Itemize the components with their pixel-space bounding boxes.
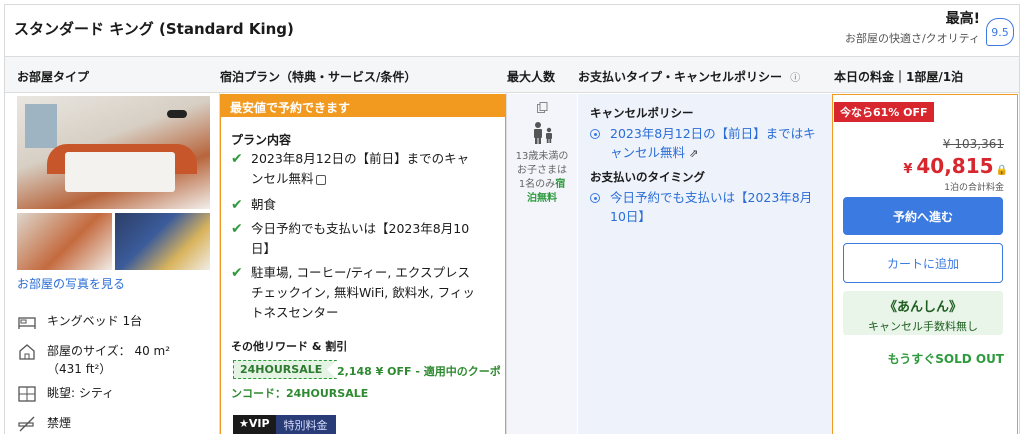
check-icon: ✔: [231, 197, 243, 213]
plan-card: 最安値で予約できます プラン内容 ✔ 2023年8月12日の【前日】までのキャン…: [220, 94, 506, 434]
rating: 最高! お部屋の快適さ/クオリティ 9.5: [845, 10, 1014, 46]
lock-icon: 🔒: [995, 165, 1008, 176]
vip-badge: ★VIP 特別料金: [233, 415, 336, 434]
child-policy-note: 13歳未満の お子さまは 1名のみ宿 泊無料: [510, 150, 574, 206]
anshin-title: 《あんしん》: [883, 300, 962, 315]
coupon-text: ンコード：24HOURSALE: [231, 387, 369, 400]
plan-item-text: 2023年8月12日の【前日】までのキャンセル無料: [251, 151, 470, 186]
room-size-icon: [19, 344, 35, 360]
check-icon: ✔: [231, 151, 243, 167]
no-smoking-icon: [18, 416, 35, 432]
cancel-policy-heading: キャンセルポリシー: [590, 106, 694, 120]
info-icon[interactable]: ⓘ: [790, 73, 800, 84]
plan-item: ✔ 2023年8月12日の【前日】までのキャンセル無料: [231, 149, 501, 189]
room-feature-smoking: 禁煙: [17, 414, 71, 434]
rating-subtitle: お部屋の快適さ/クオリティ: [844, 32, 980, 45]
room-photos-link[interactable]: お部屋の写真を見る: [17, 275, 125, 292]
free-cancellation-box: 《あんしん》 キャンセル手数料無し: [843, 291, 1003, 335]
room-feature-view: 眺望: シティ: [17, 384, 114, 404]
payment-timing-heading: お支払いのタイミング: [590, 170, 705, 184]
coupon: 24HOURSALE: [233, 360, 338, 379]
plan-item-text: 今日予約でも支払いは【2023年8月10日】: [251, 221, 470, 256]
rewards-heading: その他リワード & 割引: [231, 340, 348, 353]
plan-item: ✔ 今日予約でも支払いは【2023年8月10日】: [231, 219, 501, 259]
child-free-text: 泊無料: [527, 193, 557, 204]
child-note-line: 13歳未満の: [515, 151, 569, 162]
vip-special-rate: 特別料金: [275, 415, 336, 434]
plan-item: ✔ 駐車場, コーヒー/ティー, エクスプレスチェックイン, 無料WiFi, 飲…: [231, 263, 501, 323]
original-price: ¥ 103,361: [942, 137, 1004, 151]
vip-label: ★VIP: [233, 415, 276, 434]
adult-child-icon: [534, 122, 552, 144]
copy-icon: [537, 102, 548, 113]
header-payment: お支払いタイプ・キャンセルポリシー ⓘ: [578, 68, 800, 85]
add-to-cart-button[interactable]: カートに追加: [843, 243, 1003, 283]
book-button[interactable]: 予約へ進む: [843, 197, 1003, 235]
payment-timing-item: 今日予約でも支払いは【2023年8月10日】: [590, 188, 822, 226]
room-feature-size: 部屋のサイズ： 40 m²（431 ft²）: [17, 342, 197, 378]
check-icon: ✔: [231, 221, 243, 237]
child-note-line: お子さまは: [517, 165, 567, 176]
price-value: 40,815: [916, 154, 994, 178]
cancel-policy-item[interactable]: 2023年8月12日の【前日】まではキャンセル無料 ⇗: [590, 124, 822, 163]
soldout-notice: もうすぐSOLD OUT: [887, 352, 1004, 366]
room-feature-label: 眺望: シティ: [47, 386, 115, 400]
child-note-line: 1名のみ: [518, 179, 556, 190]
sale-badge: 今なら61% OFF: [834, 102, 934, 122]
room-feature-label: 部屋のサイズ： 40 m²（431 ft²）: [47, 344, 171, 376]
bullet-icon: [590, 193, 600, 203]
header-room-type: お部屋タイプ: [17, 70, 90, 84]
plan-item: ✔ 朝食: [231, 195, 501, 215]
coupon-text: 2,148 ¥ OFF - 適用中のクーポ: [337, 365, 501, 378]
room-title: スタンダード キング (Standard King): [14, 20, 294, 38]
room-feature-bed: キングベッド 1台: [17, 312, 142, 332]
room-photo-thumb[interactable]: [17, 213, 112, 270]
room-photo-thumb[interactable]: [115, 213, 210, 270]
plan-item-text: 朝食: [251, 197, 277, 212]
rating-score-badge: 9.5: [986, 18, 1014, 46]
header-payment-label: お支払いタイプ・キャンセルポリシー: [578, 70, 783, 84]
occupancy-column: [507, 94, 577, 434]
current-price: ¥40,815 🔒: [903, 154, 1008, 178]
best-price-banner: 最安値で予約できます: [221, 95, 505, 117]
child-free-text: 宿: [555, 179, 566, 190]
check-icon: ✔: [231, 265, 243, 281]
header-max-guests: 最大人数: [507, 70, 556, 84]
room-feature-label: キングベッド 1台: [47, 314, 143, 328]
cancel-policy-text[interactable]: 2023年8月12日の【前日】まではキャンセル無料: [610, 126, 816, 160]
anshin-subtitle: キャンセル手数料無し: [868, 320, 978, 333]
table-header: お部屋タイプ 宿泊プラン（特典・サービス/条件） 最大人数 お支払いタイプ・キャ…: [5, 56, 1019, 93]
payment-timing-text: 今日予約でも支払いは【2023年8月10日】: [610, 190, 813, 224]
view-icon: [18, 386, 36, 402]
room-feature-label: 禁煙: [47, 416, 72, 430]
copy-icon[interactable]: [315, 174, 326, 185]
plan-item-text: 駐車場, コーヒー/ティー, エクスプレスチェックイン, 無料WiFi, 飲料水…: [251, 265, 475, 320]
bullet-icon: [590, 129, 600, 139]
coupon-tag: 24HOURSALE: [233, 360, 338, 379]
price-note: 1泊の合計料金: [944, 183, 1004, 193]
rating-title: 最高!: [945, 11, 980, 27]
header-price: 本日の料金｜1部屋/1泊: [834, 70, 964, 84]
header-plan: 宿泊プラン（特典・サービス/条件）: [220, 70, 417, 84]
plan-contents-heading: プラン内容: [231, 133, 292, 147]
currency-symbol: ¥: [903, 162, 913, 177]
bed-icon: [18, 317, 36, 329]
room-photo-main[interactable]: [17, 96, 210, 209]
external-link-icon[interactable]: ⇗: [689, 147, 698, 160]
